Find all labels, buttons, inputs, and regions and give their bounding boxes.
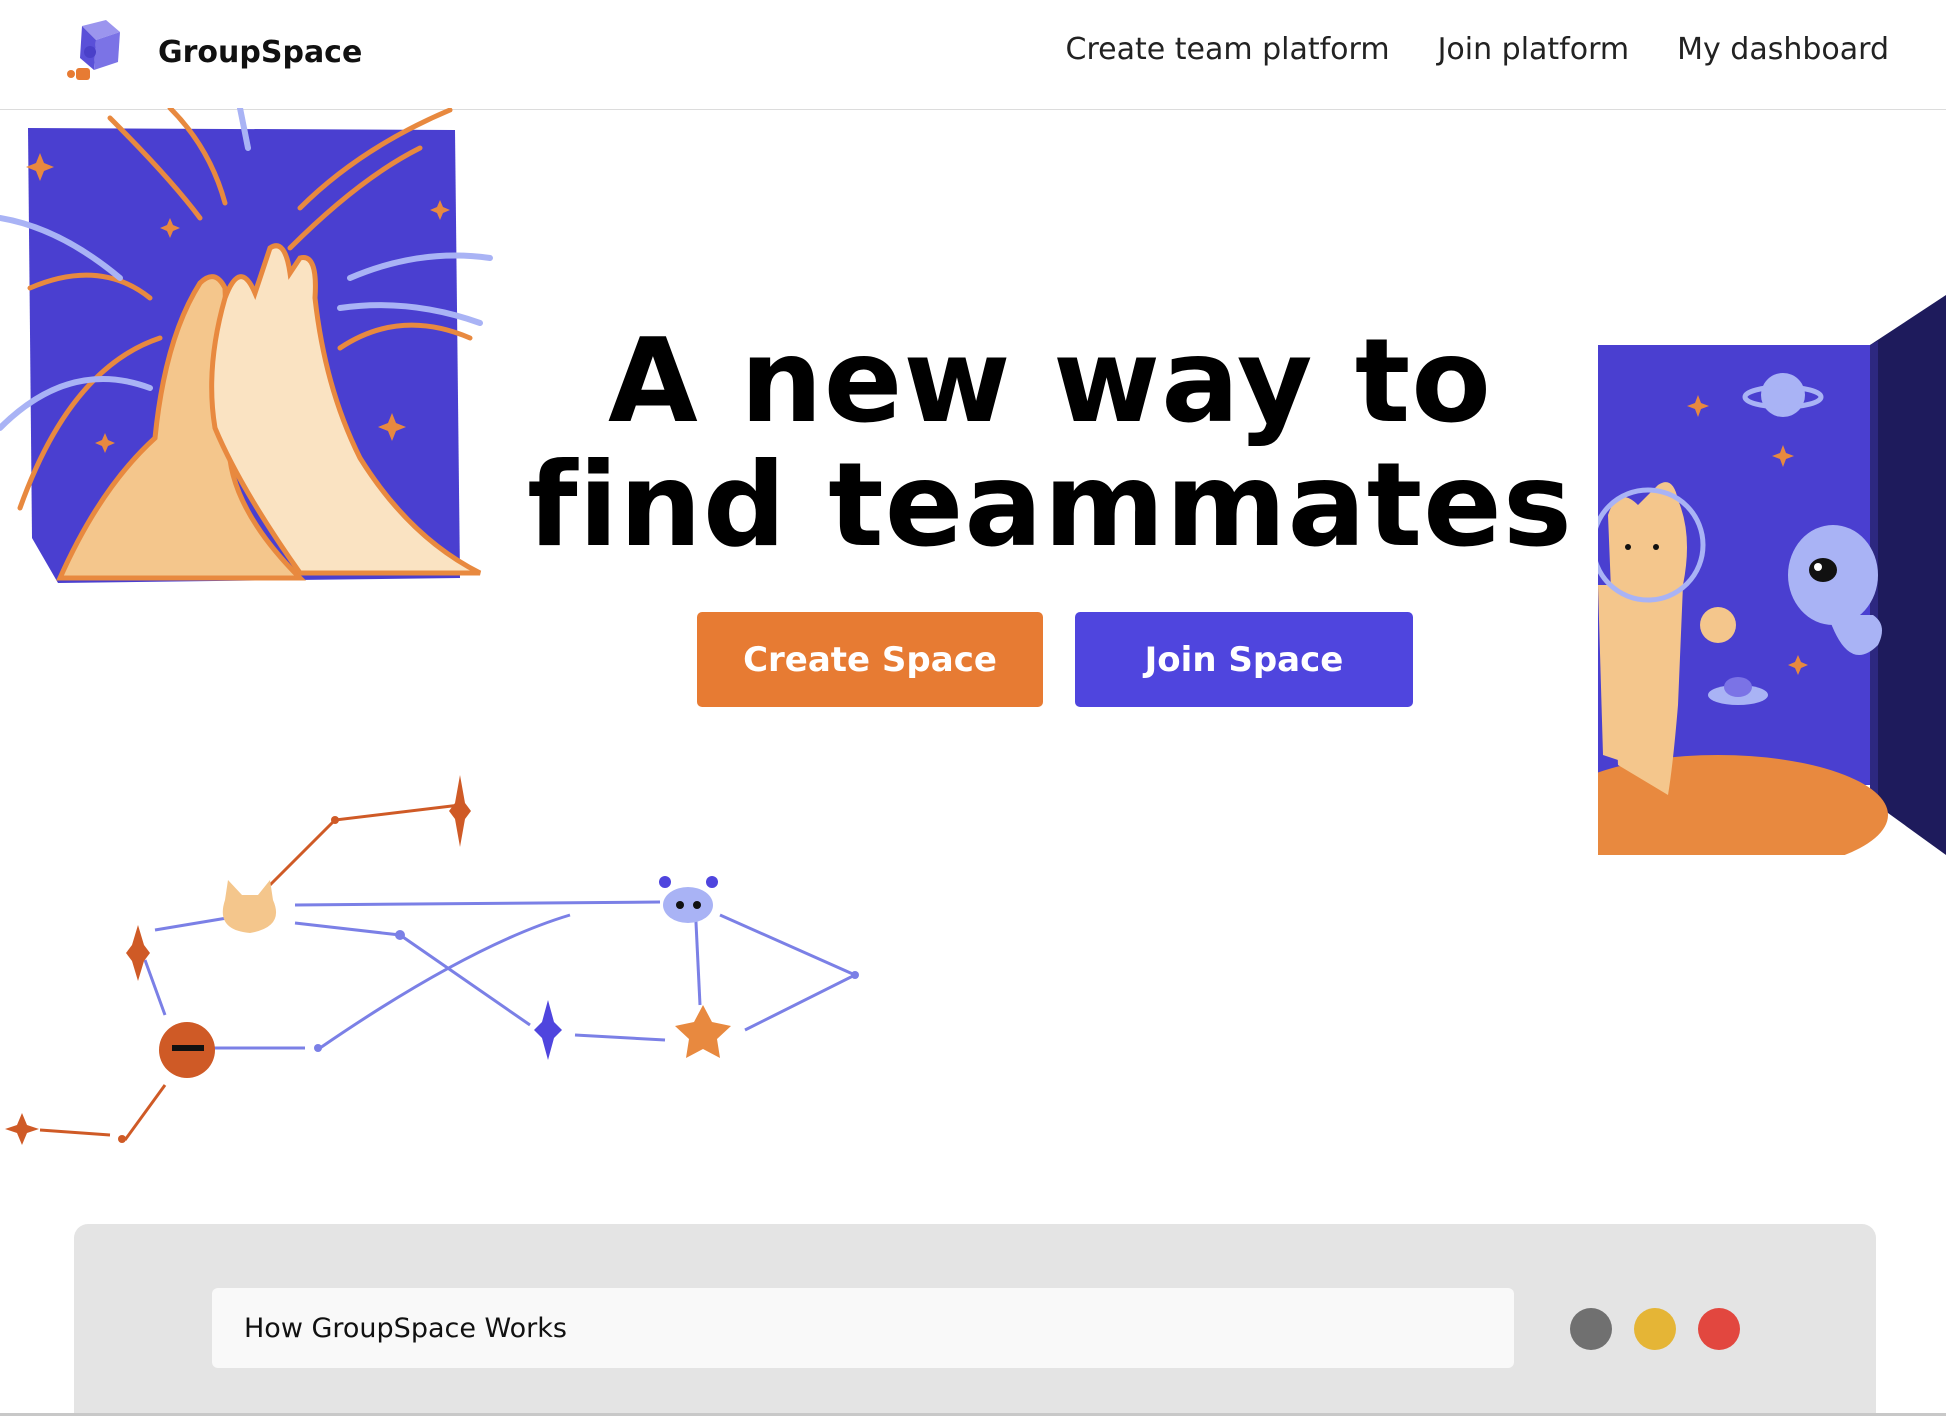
space-cat-alien-illustration <box>1598 295 1946 855</box>
nav-create-team-platform[interactable]: Create team platform <box>1066 32 1390 67</box>
navbar: GroupSpace Create team platform Join pla… <box>0 0 1946 110</box>
hero-title: A new way to find teammates <box>527 314 1573 573</box>
high-five-illustration <box>0 108 493 583</box>
window-dot-red <box>1698 1308 1740 1350</box>
create-space-button[interactable]: Create Space <box>697 612 1043 707</box>
how-it-works-title-bar: How GroupSpace Works <box>212 1288 1514 1368</box>
window-dot-gray <box>1570 1308 1612 1350</box>
page: GroupSpace Create team platform Join pla… <box>0 0 1946 1416</box>
constellation-network-illustration <box>5 775 859 1145</box>
window-dot-yellow <box>1634 1308 1676 1350</box>
nav-links: Create team platform Join platform My da… <box>1066 32 1890 67</box>
nav-my-dashboard[interactable]: My dashboard <box>1677 32 1889 67</box>
brand-name: GroupSpace <box>158 34 363 70</box>
nav-join-platform[interactable]: Join platform <box>1438 32 1630 67</box>
how-it-works-panel: How GroupSpace Works <box>74 1224 1876 1416</box>
brand[interactable]: GroupSpace <box>60 18 362 86</box>
join-space-button[interactable]: Join Space <box>1075 612 1413 707</box>
puzzle-cube-icon <box>67 20 120 80</box>
